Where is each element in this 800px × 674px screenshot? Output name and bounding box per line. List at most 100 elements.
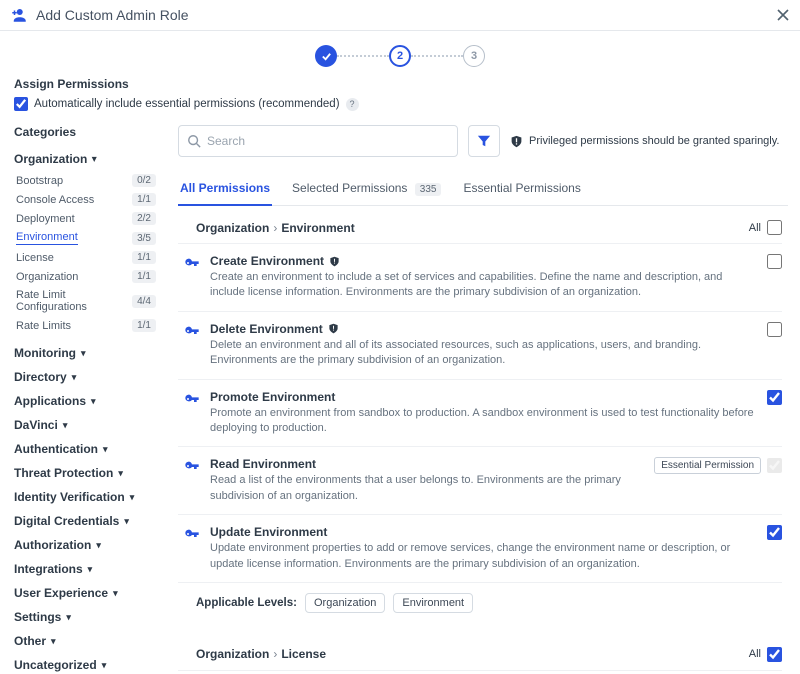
step-3: 3	[463, 45, 485, 67]
subcategory-license[interactable]: License1/1	[16, 248, 160, 267]
person-add-icon	[10, 6, 28, 24]
permission-group-header: Organization›Environment All	[178, 206, 782, 243]
categories-heading: Categories	[14, 125, 160, 139]
permission-row: Read LicenseRead license information for…	[178, 670, 782, 674]
close-icon[interactable]	[776, 8, 790, 22]
step-1[interactable]	[315, 45, 337, 67]
permission-checkbox	[767, 458, 782, 473]
subcategory-count: 1/1	[132, 270, 156, 283]
subcategory-organization[interactable]: Organization 1/1	[16, 267, 160, 286]
subcategory-environment[interactable]: Environment 3/5	[16, 228, 160, 248]
tab-selected-permissions[interactable]: Selected Permissions 335	[290, 173, 443, 205]
permission-row: Read EnvironmentRead a list of the envir…	[178, 446, 782, 514]
tab-essential-permissions[interactable]: Essential Permissions	[461, 173, 582, 205]
privileged-icon	[329, 256, 340, 267]
subcategory-count: 4/4	[132, 295, 156, 308]
permission-description: Create an environment to include a set o…	[210, 270, 757, 301]
category-davinci[interactable]: DaVinci▾	[14, 413, 160, 437]
permission-title: Promote Environment	[210, 390, 757, 404]
subcategory-count: 3/5	[132, 232, 156, 245]
category-applications[interactable]: Applications▾	[14, 389, 160, 413]
select-all-label: All	[749, 222, 761, 234]
help-icon[interactable]: ?	[346, 98, 359, 111]
key-icon	[184, 459, 200, 475]
filter-button[interactable]	[468, 125, 500, 157]
breadcrumb: Organization›License	[196, 647, 326, 661]
permission-checkbox[interactable]	[767, 390, 782, 405]
chevron-down-icon: ▾	[81, 348, 86, 359]
subcategory-rate-limit-configurations[interactable]: Rate Limit Configurations4/4	[16, 286, 160, 316]
dialog-title: Add Custom Admin Role	[36, 7, 189, 23]
step-2[interactable]: 2	[389, 45, 411, 67]
category-label: Authorization	[14, 538, 91, 552]
subcategory-label: Organization	[16, 271, 78, 283]
category-settings[interactable]: Settings▾	[14, 605, 160, 629]
subcategory-rate-limits[interactable]: Rate Limits1/1	[16, 316, 160, 335]
category-label: Threat Protection	[14, 466, 113, 480]
category-other[interactable]: Other▾	[14, 629, 160, 653]
applicable-levels-row: Applicable Levels:OrganizationEnvironmen…	[178, 582, 782, 633]
permission-group-header: Organization›License All	[178, 633, 782, 670]
auto-include-checkbox[interactable]	[14, 97, 28, 111]
select-all-checkbox[interactable]	[767, 647, 782, 662]
search-box	[178, 125, 458, 157]
select-all-row: All	[749, 220, 782, 235]
key-icon	[184, 527, 200, 543]
permission-description: Promote an environment from sandbox to p…	[210, 406, 757, 437]
permission-checkbox[interactable]	[767, 254, 782, 269]
subcategory-count: 1/1	[132, 251, 156, 264]
filter-icon	[477, 134, 491, 148]
category-monitoring[interactable]: Monitoring▾	[14, 341, 160, 365]
search-input[interactable]	[207, 134, 449, 148]
category-integrations[interactable]: Integrations▾	[14, 557, 160, 581]
category-label: Integrations	[14, 562, 83, 576]
chevron-down-icon: ▾	[72, 372, 77, 383]
permission-tabs: All Permissions Selected Permissions 335…	[178, 173, 788, 206]
select-all-row: All	[749, 647, 782, 662]
subcategory-bootstrap[interactable]: Bootstrap0/2	[16, 171, 160, 190]
category-directory[interactable]: Directory▾	[14, 365, 160, 389]
tab-all-permissions[interactable]: All Permissions	[178, 173, 272, 205]
step-connector	[337, 55, 389, 57]
subcategory-deployment[interactable]: Deployment2/2	[16, 209, 160, 228]
permission-checkbox[interactable]	[767, 322, 782, 337]
permission-checkbox[interactable]	[767, 525, 782, 540]
category-uncategorized[interactable]: Uncategorized▾	[14, 653, 160, 674]
category-label: Other	[14, 634, 46, 648]
permission-list[interactable]: Organization›EnvironmentAllCreate Enviro…	[178, 206, 788, 674]
privileged-warning: Privileged permissions should be granted…	[510, 135, 780, 148]
subcategory-label: Deployment	[16, 213, 75, 225]
applicable-levels-label: Applicable Levels:	[196, 597, 297, 609]
subcategory-count: 0/2	[132, 174, 156, 187]
category-digital-credentials[interactable]: Digital Credentials▾	[14, 509, 160, 533]
select-all-checkbox[interactable]	[767, 220, 782, 235]
permission-description: Read a list of the environments that a u…	[210, 473, 644, 504]
chevron-down-icon: ▾	[66, 612, 71, 623]
category-label: User Experience	[14, 586, 108, 600]
key-icon	[184, 256, 200, 272]
category-identity-verification[interactable]: Identity Verification▾	[14, 485, 160, 509]
essential-permission-badge: Essential Permission	[654, 457, 761, 474]
permission-row: Update EnvironmentUpdate environment pro…	[178, 514, 782, 582]
chevron-down-icon: ▾	[118, 468, 123, 479]
search-icon	[187, 134, 201, 148]
chevron-down-icon: ▾	[130, 492, 135, 503]
subcategory-console-access[interactable]: Console Access1/1	[16, 190, 160, 209]
category-label: Authentication	[14, 442, 98, 456]
breadcrumb: Organization›Environment	[196, 221, 355, 235]
chevron-down-icon: ▾	[102, 660, 107, 671]
permission-title: Delete Environment	[210, 322, 757, 336]
subcategory-label: Environment	[16, 231, 78, 245]
category-threat-protection[interactable]: Threat Protection ▾	[14, 461, 160, 485]
chevron-down-icon: ▾	[91, 396, 96, 407]
category-authorization[interactable]: Authorization▾	[14, 533, 160, 557]
category-user-experience[interactable]: User Experience ▾	[14, 581, 160, 605]
permission-row: Delete EnvironmentDelete an environment …	[178, 311, 782, 379]
category-label: Digital Credentials	[14, 514, 119, 528]
permission-row: Promote Environment Promote an environmen…	[178, 379, 782, 447]
chevron-down-icon: ▾	[113, 588, 118, 599]
step-connector	[411, 55, 463, 57]
subcategory-label: Rate Limits	[16, 320, 71, 332]
category-authentication[interactable]: Authentication▾	[14, 437, 160, 461]
category-organization[interactable]: Organization▴	[14, 147, 160, 171]
